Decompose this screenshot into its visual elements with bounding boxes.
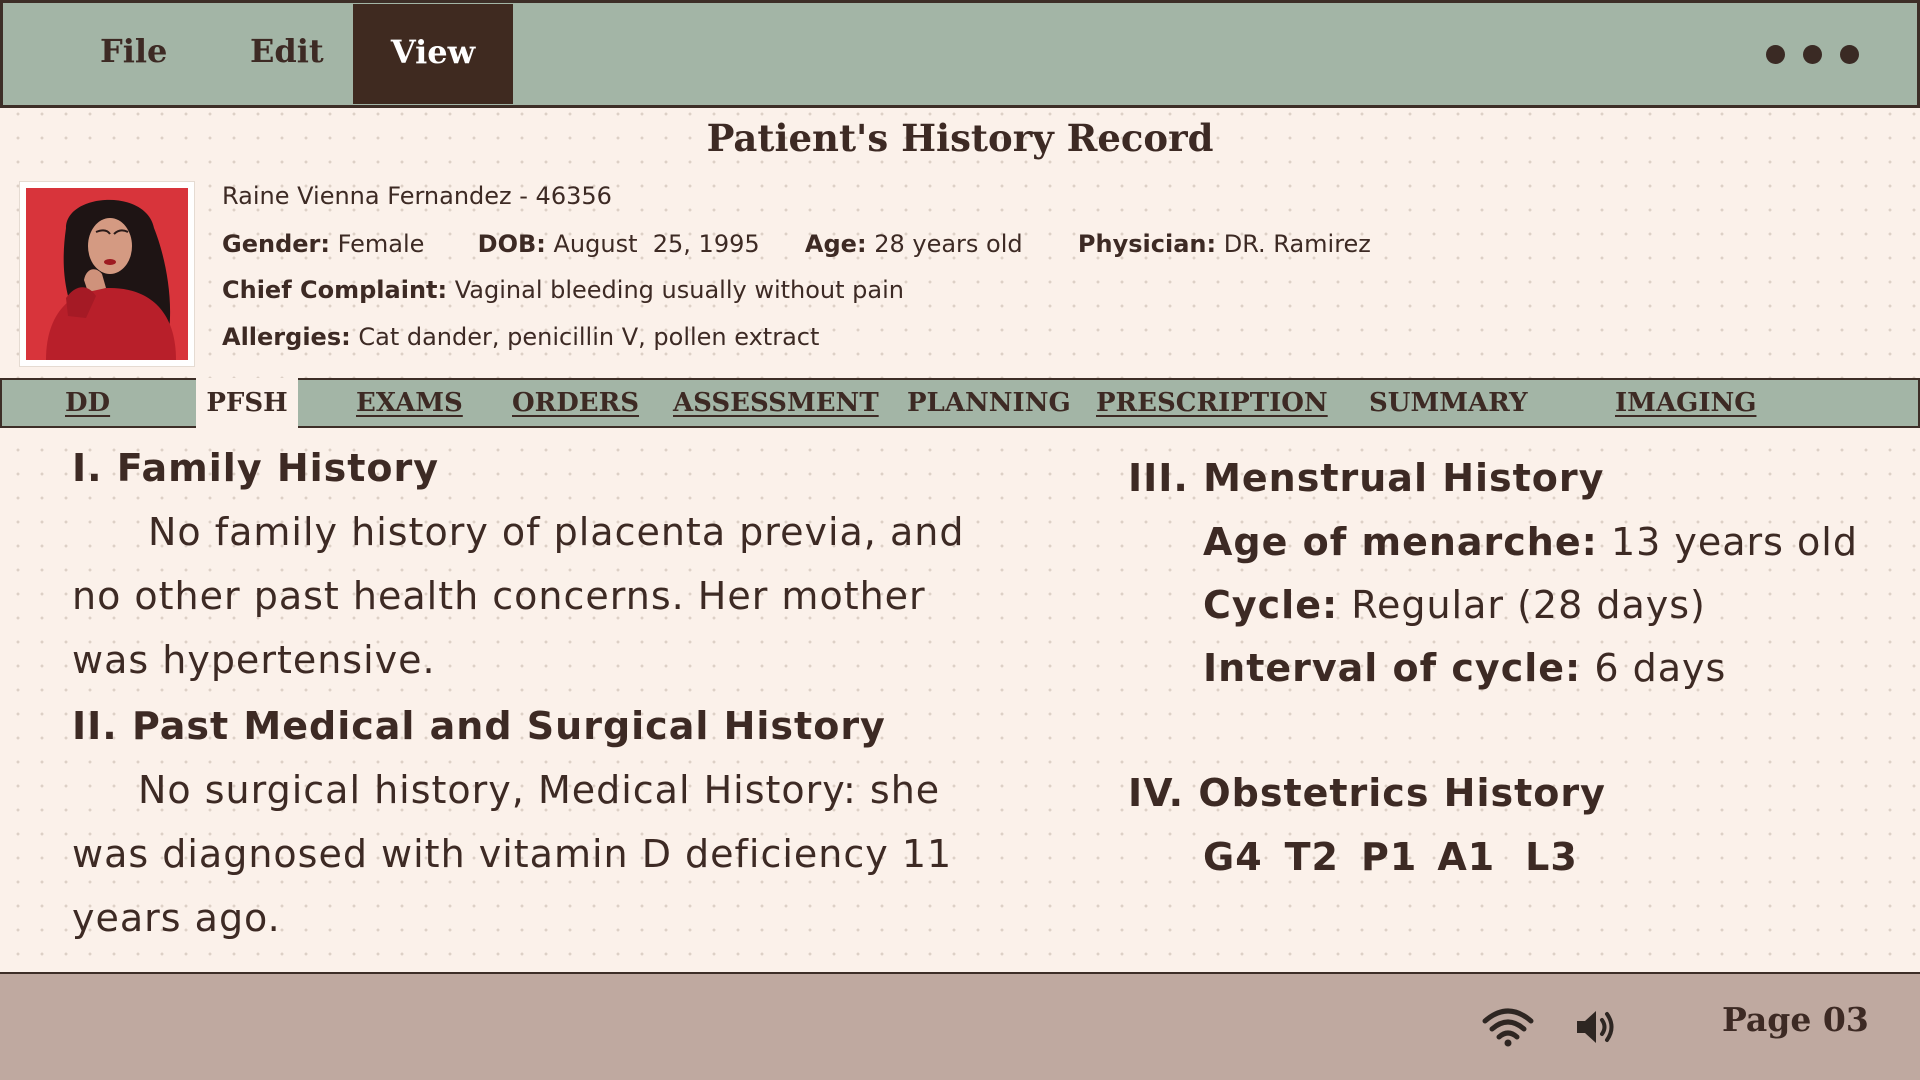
tab-orders[interactable]: ORDERS — [512, 380, 639, 426]
obstetrics-history-heading: IV. Obstetrics History — [1128, 771, 1606, 815]
page-title: Patient's History Record — [706, 116, 1214, 160]
dob-label: DOB: — [477, 230, 546, 258]
tab-pfsh[interactable]: PFSH — [196, 378, 298, 428]
menu-view[interactable]: View — [353, 4, 513, 104]
status-bar: Page 03 — [0, 972, 1920, 1080]
tab-bar: DD PFSH EXAMS ORDERS ASSESSMENT PLANNING… — [0, 378, 1920, 428]
obstetrics-values: G4 T2 P1 A1 L3 — [1203, 835, 1578, 879]
menarche-label: Age of menarche: — [1203, 520, 1598, 564]
tab-planning[interactable]: PLANNING — [907, 380, 1071, 426]
menu-file[interactable]: File — [100, 3, 167, 105]
preterm-value: P1 — [1361, 835, 1418, 879]
age-value: 28 years old — [874, 230, 1023, 258]
gender-value: Female — [337, 230, 425, 258]
interval-row: Interval of cycle: 6 days — [1203, 646, 1726, 690]
age-label: Age: — [804, 230, 867, 258]
tab-imaging[interactable]: IMAGING — [1615, 380, 1756, 426]
cycle-value: Regular (28 days) — [1351, 583, 1706, 627]
chief-complaint: Chief Complaint: Vaginal bleeding usuall… — [222, 276, 904, 304]
dot — [1766, 45, 1785, 64]
tab-exams[interactable]: EXAMS — [356, 380, 463, 426]
dot — [1803, 45, 1822, 64]
family-history-text: no other past health concerns. Her mothe… — [72, 574, 926, 618]
tab-dd[interactable]: DD — [65, 380, 110, 426]
menstrual-history-heading: III. Menstrual History — [1128, 456, 1605, 500]
living-value: L3 — [1525, 835, 1578, 879]
dob-value: August 25, 1995 — [553, 230, 760, 258]
abortion-value: A1 — [1437, 835, 1496, 879]
interval-value: 6 days — [1594, 646, 1727, 690]
allergies: Allergies: Cat dander, penicillin V, pol… — [222, 323, 819, 351]
page-number: Page 03 — [1722, 1000, 1869, 1039]
patient-photo — [20, 182, 194, 366]
tab-summary[interactable]: SUMMARY — [1369, 380, 1528, 426]
gravida-value: G4 — [1203, 835, 1263, 879]
patient-photo-image — [26, 188, 188, 360]
patient-demographics: Gender: Female DOB: August 25, 1995 Age:… — [222, 230, 1371, 258]
complaint-value: Vaginal bleeding usually without pain — [454, 276, 904, 304]
family-history-text: No family history of placenta previa, an… — [148, 510, 965, 554]
menu-edit[interactable]: Edit — [250, 3, 324, 105]
tab-prescription[interactable]: PRESCRIPTION — [1096, 380, 1328, 426]
interval-label: Interval of cycle: — [1203, 646, 1582, 690]
tab-assessment[interactable]: ASSESSMENT — [673, 380, 879, 426]
gender-label: Gender: — [222, 230, 330, 258]
more-dots-icon[interactable] — [1766, 45, 1859, 64]
complaint-label: Chief Complaint: — [222, 276, 448, 304]
volume-icon[interactable] — [1574, 1007, 1618, 1047]
allergies-value: Cat dander, penicillin V, pollen extract — [358, 323, 820, 351]
past-history-text: No surgical history, Medical History: sh… — [138, 768, 941, 812]
wifi-icon[interactable] — [1482, 1007, 1534, 1047]
past-history-text: years ago. — [72, 896, 281, 940]
family-history-heading: I. Family History — [72, 446, 440, 490]
past-history-heading: II. Past Medical and Surgical History — [72, 704, 886, 748]
term-value: T2 — [1284, 835, 1340, 879]
dot — [1840, 45, 1859, 64]
physician-value: DR. Ramirez — [1223, 230, 1371, 258]
family-history-text: was hypertensive. — [72, 638, 436, 682]
cycle-row: Cycle: Regular (28 days) — [1203, 583, 1706, 627]
cycle-label: Cycle: — [1203, 583, 1339, 627]
patient-name: Raine Vienna Fernandez - 46356 — [222, 182, 612, 210]
menarche-value: 13 years old — [1610, 520, 1858, 564]
menu-bar: File Edit View — [0, 0, 1920, 108]
physician-label: Physician: — [1077, 230, 1217, 258]
past-history-text: was diagnosed with vitamin D deficiency … — [72, 832, 953, 876]
menarche-row: Age of menarche: 13 years old — [1203, 520, 1858, 564]
allergies-label: Allergies: — [222, 323, 351, 351]
